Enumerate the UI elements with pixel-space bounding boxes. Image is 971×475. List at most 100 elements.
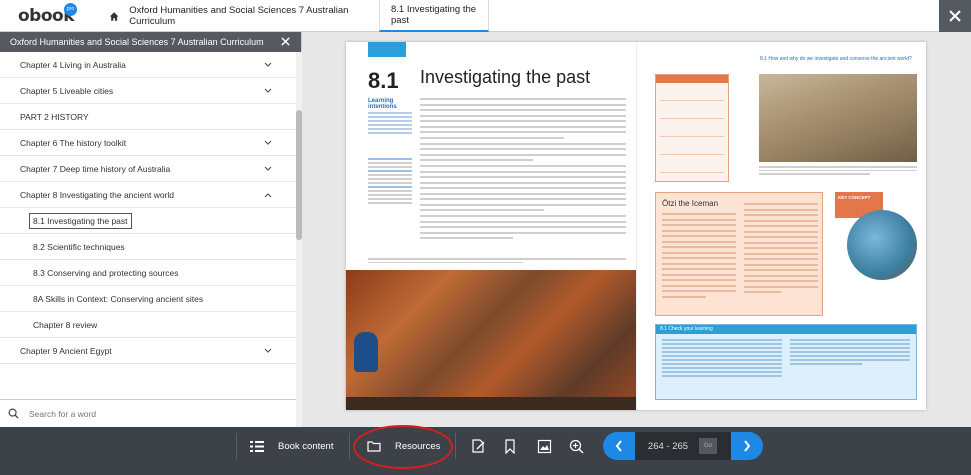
image-icon xyxy=(537,439,551,453)
edit-page-icon xyxy=(471,438,484,453)
sidebar-scrollbar[interactable] xyxy=(296,52,302,427)
page-265: 8.1 How and why do we investigate and co… xyxy=(636,42,926,410)
bottom-toolbar: Book content Resources Go xyxy=(0,427,971,475)
sidebar-item-label: 8.1 Investigating the past xyxy=(29,212,132,229)
next-page-button[interactable] xyxy=(731,432,763,460)
sidebar-search xyxy=(0,399,296,427)
otzi-text-col1 xyxy=(662,213,736,301)
chevron-right-icon xyxy=(744,440,751,452)
otzi-text-col2 xyxy=(744,203,818,297)
chevron-down-icon[interactable] xyxy=(264,348,272,354)
learning-intentions: Learning intentions xyxy=(368,98,412,136)
sidebar-close-icon[interactable] xyxy=(280,36,291,47)
check-title-bar: 8.1 Check your learning xyxy=(656,325,916,334)
toolbar-divider xyxy=(455,433,456,459)
sidebar-item-8a[interactable]: 8A Skills in Context: Conserving ancient… xyxy=(0,286,296,312)
pro-badge: pro xyxy=(64,3,77,16)
sidebar-item-chapter-9[interactable]: Chapter 9 Ancient Egypt xyxy=(0,338,296,364)
bookmark-button[interactable] xyxy=(500,436,520,456)
section-number: 8.1 xyxy=(368,68,399,93)
close-icon xyxy=(949,10,961,22)
sidebar-item-label: 8.3 Conserving and protecting sources xyxy=(33,267,179,278)
learning-intentions-heading: Learning intentions xyxy=(368,98,397,110)
sidebar-item-chapter-7[interactable]: Chapter 7 Deep time history of Australia xyxy=(0,156,296,182)
home-icon xyxy=(109,11,119,21)
tab-section-label: 8.1 Investigating the past xyxy=(391,4,477,26)
sidebar-item-8-2[interactable]: 8.2 Scientific techniques xyxy=(0,234,296,260)
top-bar: obook pro Oxford Humanities and Social S… xyxy=(0,0,971,32)
check-col-right xyxy=(790,339,910,367)
check-your-learning-box: 8.1 Check your learning xyxy=(655,324,917,400)
check-title: 8.1 Check your learning xyxy=(660,326,713,332)
sidebar-item-label: Chapter 4 Living in Australia xyxy=(20,59,126,70)
image-footer-strip xyxy=(346,397,636,410)
sidebar-item-8-3[interactable]: 8.3 Conserving and protecting sources xyxy=(0,260,296,286)
page-number-input[interactable] xyxy=(643,436,693,456)
close-book-button[interactable] xyxy=(939,0,971,32)
sidebar-item-label: 8.2 Scientific techniques xyxy=(33,241,125,252)
ruins-caption xyxy=(759,166,917,184)
image-view-button[interactable] xyxy=(534,436,554,456)
toolbar-divider xyxy=(236,433,237,459)
sidebar-item-label: Chapter 6 The history toolkit xyxy=(20,137,127,148)
section-tab-marker xyxy=(368,42,406,57)
sidebar-item-label: Chapter 5 Liveable cities xyxy=(20,85,114,96)
person-figure xyxy=(354,332,378,372)
tab-book[interactable]: Oxford Humanities and Social Sciences 7 … xyxy=(99,0,379,32)
annotate-button[interactable] xyxy=(468,436,488,456)
sidebar-item-chapter-4[interactable]: Chapter 4 Living in Australia xyxy=(0,52,296,78)
sidebar-item-8-1[interactable]: 8.1 Investigating the past xyxy=(0,208,296,234)
glossary-column xyxy=(368,158,412,206)
sidebar-item-chapter-8-review[interactable]: Chapter 8 review xyxy=(0,312,296,338)
source-caption xyxy=(368,258,626,267)
zoom-in-icon xyxy=(569,439,584,454)
sidebar-header: Oxford Humanities and Social Sciences 7 … xyxy=(0,32,301,52)
page-264: 8.1 Investigating the past Learning inte… xyxy=(346,42,636,410)
book-content-label: Book content xyxy=(278,440,334,452)
zoom-in-button[interactable] xyxy=(566,436,586,456)
go-button[interactable]: Go xyxy=(699,438,717,454)
sidebar-item-label: Chapter 9 Ancient Egypt xyxy=(20,345,112,356)
list-icon xyxy=(250,440,264,452)
inquiry-question: 8.1 How and why do we investigate and co… xyxy=(760,56,912,62)
chevron-down-icon[interactable] xyxy=(264,88,272,94)
page-navigator: Go xyxy=(603,432,763,460)
book-spread[interactable]: 8.1 Investigating the past Learning inte… xyxy=(346,42,926,410)
sidebar-title: Oxford Humanities and Social Sciences 7 … xyxy=(10,37,264,47)
key-concept-label: KEY CONCEPT xyxy=(838,195,871,200)
chevron-down-icon[interactable] xyxy=(264,166,272,172)
sidebar-item-chapter-8[interactable]: Chapter 8 Investigating the ancient worl… xyxy=(0,182,296,208)
chevron-up-icon[interactable] xyxy=(264,192,272,198)
search-icon xyxy=(8,408,19,419)
tab-section[interactable]: 8.1 Investigating the past xyxy=(379,0,489,32)
rock-art-image xyxy=(346,270,636,410)
sidebar-item-label: Chapter 8 review xyxy=(33,319,98,330)
contents-sidebar: Oxford Humanities and Social Sciences 7 … xyxy=(0,32,302,427)
sidebar-item-label: 8A Skills in Context: Conserving ancient… xyxy=(33,293,204,304)
sidebar-list: Chapter 4 Living in Australia Chapter 5 … xyxy=(0,52,296,364)
otzi-image xyxy=(847,210,917,280)
toolbar-divider xyxy=(349,433,350,459)
otzi-feature-box: Ötzi the Iceman xyxy=(655,192,823,316)
check-col-left xyxy=(662,339,782,379)
chevron-down-icon[interactable] xyxy=(264,140,272,146)
chevron-left-icon xyxy=(615,440,622,452)
chevron-down-icon[interactable] xyxy=(264,62,272,68)
sidebar-item-chapter-6[interactable]: Chapter 6 The history toolkit xyxy=(0,130,296,156)
sidebar-item-chapter-5[interactable]: Chapter 5 Liveable cities xyxy=(0,78,296,104)
search-input[interactable] xyxy=(29,408,269,419)
book-content-button[interactable]: Book content xyxy=(250,427,333,465)
sidebar-item-label: Chapter 7 Deep time history of Australia xyxy=(20,163,171,174)
sources-of-evidence-diagram xyxy=(655,74,729,182)
otzi-title: Ötzi the Iceman xyxy=(662,199,719,208)
ruins-image xyxy=(759,74,917,162)
bookmark-icon xyxy=(505,438,515,454)
tab-book-label: Oxford Humanities and Social Sciences 7 … xyxy=(129,5,349,27)
sidebar-item-label: PART 2 HISTORY xyxy=(20,111,89,122)
body-text-block xyxy=(420,98,626,243)
resources-highlight-annotation xyxy=(353,425,453,469)
previous-page-button[interactable] xyxy=(603,432,635,460)
sidebar-item-part-2[interactable]: PART 2 HISTORY xyxy=(0,104,296,130)
scrollbar-thumb[interactable] xyxy=(296,110,302,240)
sidebar-item-label: Chapter 8 Investigating the ancient worl… xyxy=(20,189,175,200)
